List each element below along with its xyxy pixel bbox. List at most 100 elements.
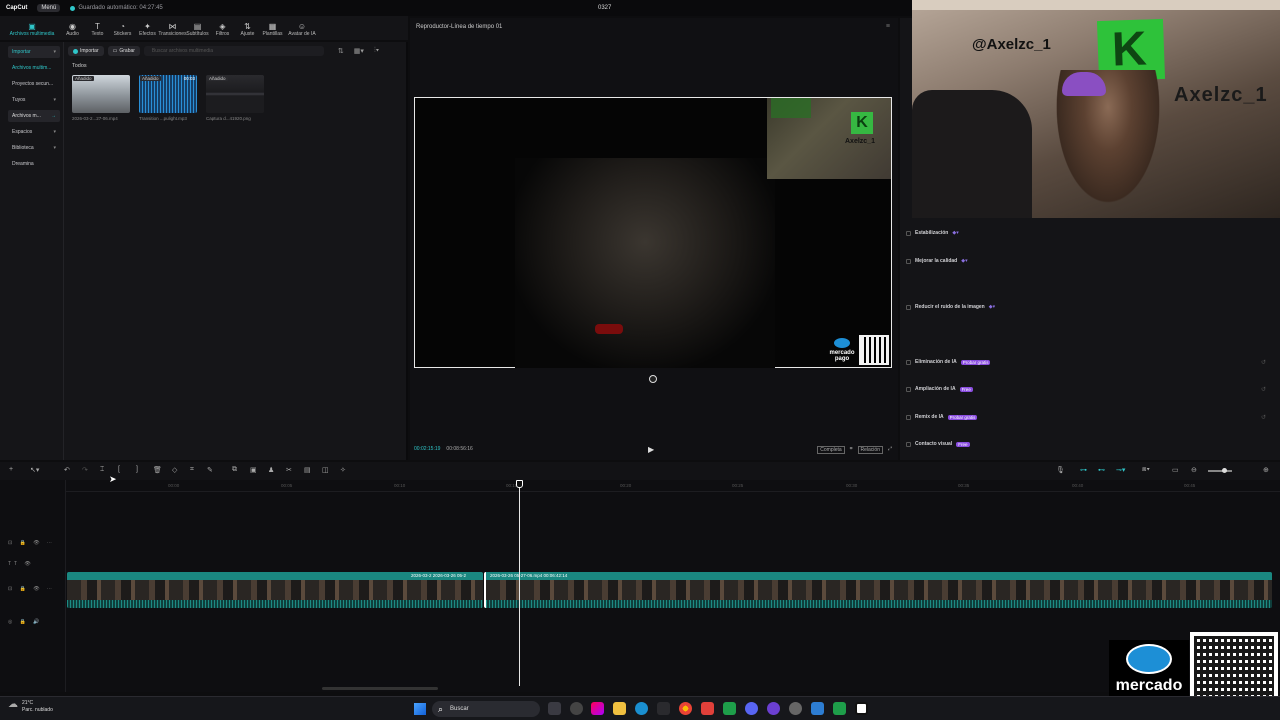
option-enhance-quality[interactable]: Mejorar la calidad ◆▾ <box>906 258 968 264</box>
media-item[interactable]: Añadido <box>72 75 130 113</box>
chrome-icon[interactable] <box>679 702 692 715</box>
full-quality-button[interactable]: Completa <box>817 446 845 454</box>
checkbox[interactable] <box>906 230 911 236</box>
tab-media[interactable]: ▣ Archivos multimedia <box>4 18 60 40</box>
tab-adjust[interactable]: ⇅ Ajuste <box>235 18 260 40</box>
settings-app-icon[interactable] <box>570 702 583 715</box>
crop-icon[interactable]: ⌗ <box>850 446 853 454</box>
split-icon[interactable]: ⌶ <box>100 466 104 474</box>
xbox-icon[interactable] <box>723 702 736 715</box>
sidebar-item-media[interactable]: Archivos multim... <box>8 62 60 74</box>
select-tool-icon[interactable]: ↖▾ <box>30 466 39 474</box>
checkbox[interactable] <box>906 414 911 420</box>
checkbox[interactable] <box>906 386 911 392</box>
option-ai-remix[interactable]: Remix de IA Probar gratis <box>906 414 978 420</box>
crop-icon[interactable]: ⌗ <box>190 466 194 474</box>
obs-icon[interactable] <box>767 702 780 715</box>
microphone-icon[interactable]: 🎙 <box>1056 466 1065 474</box>
zoom-out-icon[interactable]: ⊖ <box>1191 466 1197 474</box>
media-search-input[interactable]: Buscar archivos multimedia <box>143 46 324 56</box>
sidebar-item-yours[interactable]: Tuyos ▾ <box>8 94 60 106</box>
draw-icon[interactable]: ✎ <box>207 466 213 474</box>
person-icon[interactable]: ♟ <box>268 466 274 474</box>
option-ai-upscale[interactable]: Ampliación de IA Free <box>906 386 973 392</box>
video-clip[interactable]: 2026-03-2 2026-03-26 05-2 <box>67 572 483 608</box>
sidebar-item-import[interactable]: Importar ▾ <box>8 46 60 58</box>
marker-icon[interactable]: ◇ <box>172 466 177 474</box>
checkbox[interactable] <box>906 258 911 264</box>
redo-icon[interactable]: ↷ <box>82 466 88 474</box>
media-item[interactable]: Añadido 00:03 <box>139 75 197 113</box>
sidebar-item-dreamina[interactable]: Dreamina <box>8 158 60 170</box>
file-explorer-icon[interactable] <box>613 702 626 715</box>
track-controls-overlay[interactable]: ⊡ 🔒 👁 ⋯ <box>8 540 55 546</box>
brave-icon[interactable] <box>701 702 714 715</box>
discord-icon[interactable] <box>745 702 758 715</box>
option-eye-contact[interactable]: Contacto visual Free <box>906 441 970 447</box>
taskbar-search[interactable]: Buscar <box>432 701 540 717</box>
magic-icon[interactable]: ✂ <box>286 466 292 474</box>
option-ai-removal[interactable]: Eliminación de IA Probar gratis <box>906 359 991 365</box>
edge-icon[interactable] <box>635 702 648 715</box>
screenshot-icon[interactable]: ◫ <box>322 466 329 474</box>
record-button[interactable]: ▭ Grabar <box>107 46 140 56</box>
sidebar-item-library[interactable]: Biblioteca ▾ <box>8 142 60 154</box>
copilot-icon[interactable] <box>591 702 604 715</box>
video-clip-selected[interactable]: 2026-03-26 05-27-06.mp4 00:06:42:14 <box>484 572 1272 608</box>
store-icon[interactable] <box>657 702 670 715</box>
sort-icon[interactable]: ⇅ <box>338 47 344 55</box>
track-controls-main[interactable]: ⊡ 🔒 👁 ⋯ <box>8 586 55 592</box>
filter-icon[interactable]: ⫶▾ <box>374 47 379 55</box>
task-view-icon[interactable] <box>548 702 561 715</box>
tab-effects[interactable]: ✦ Efectos <box>135 18 160 40</box>
play-button[interactable]: ▶ <box>648 445 654 454</box>
snap-icon[interactable]: ⊷ <box>1098 466 1105 474</box>
capcut-icon[interactable] <box>855 702 868 715</box>
checkbox[interactable] <box>906 441 911 447</box>
magnet-icon[interactable]: ⊸▾ <box>1116 466 1125 474</box>
option-noise-reduction[interactable]: Reducir el ruido de la imagen ◆▾ <box>906 304 995 310</box>
tab-transitions[interactable]: ⋈ Transiciones <box>158 18 186 40</box>
captions-icon[interactable]: ▤ <box>304 466 311 474</box>
grid-view-icon[interactable]: ▦▾ <box>354 47 364 55</box>
gear-icon[interactable] <box>789 702 802 715</box>
mirror-icon[interactable]: ⧉ <box>232 466 237 474</box>
tab-subtitles[interactable]: ▤ Subtítulos <box>185 18 210 40</box>
trim-left-icon[interactable]: [ <box>118 466 120 473</box>
windows-start-icon[interactable] <box>414 703 426 715</box>
sidebar-item-subprojects[interactable]: Proyectos secun... <box>8 78 60 90</box>
option-stabilization[interactable]: Estabilización ◆▾ <box>906 230 959 236</box>
reset-icon[interactable]: ↺ <box>1261 386 1266 393</box>
rotate-handle[interactable] <box>649 375 657 383</box>
media-item[interactable]: Añadido <box>206 75 264 113</box>
timeline-scrollbar[interactable] <box>322 687 438 690</box>
tab-templates[interactable]: ▦ Plantillas <box>260 18 285 40</box>
tab-filters[interactable]: ◈ Filtros <box>210 18 235 40</box>
preview-axis-icon[interactable]: ⧈▾ <box>1142 466 1150 474</box>
aspect-ratio-button[interactable]: Relación <box>857 446 883 454</box>
import-button[interactable]: Importar <box>68 46 104 56</box>
excel-icon[interactable] <box>833 702 846 715</box>
weather-widget[interactable]: 21°CParc. nublado <box>8 700 53 714</box>
fullscreen-icon[interactable]: ⤢ <box>888 446 892 454</box>
comment-icon[interactable]: ▭ <box>1172 466 1179 474</box>
freeze-icon[interactable]: ▣ <box>250 466 257 474</box>
ai-icon[interactable]: ✧ <box>340 466 346 474</box>
zoom-slider[interactable] <box>1208 468 1232 473</box>
tab-ai-avatar[interactable]: ☺ Avatar de IA <box>285 18 319 40</box>
sidebar-item-spaces[interactable]: Espacios ▾ <box>8 126 60 138</box>
tab-audio[interactable]: ◉ Audio <box>60 18 85 40</box>
track-controls-audio[interactable]: ◎ 🔒 🔊 <box>8 619 43 625</box>
tab-stickers[interactable]: ◔ Stickers <box>110 18 135 40</box>
checkbox[interactable] <box>906 359 911 365</box>
tab-text[interactable]: T Texto <box>85 18 110 40</box>
add-icon[interactable]: + <box>9 466 13 473</box>
sidebar-item-media-files[interactable]: Archivos m... → <box>8 110 60 122</box>
track-controls-text[interactable]: TT 👁 <box>8 561 34 567</box>
playhead-line[interactable] <box>519 482 520 686</box>
reset-icon[interactable]: ↺ <box>1261 359 1266 366</box>
delete-icon[interactable]: 🗑 <box>153 466 162 474</box>
menu-icon[interactable]: ≡ <box>886 23 890 30</box>
menu-button[interactable]: Menú <box>37 4 61 12</box>
playhead-handle[interactable] <box>516 480 523 488</box>
